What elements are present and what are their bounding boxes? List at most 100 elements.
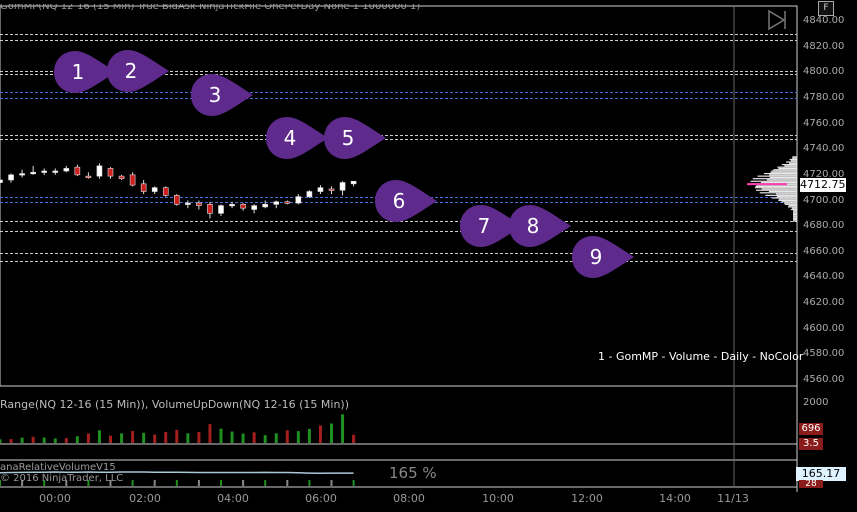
time-axis-label: 02:00 [129,492,161,505]
candle-body [328,188,335,191]
volume-profile-bar [790,208,797,211]
chart-title: GomMP(NQ 12-16 (15 Min) True BidAsk Ninj… [0,4,421,12]
volume-bar [230,431,234,443]
volume-bar [307,428,311,443]
volume-bar [31,436,35,443]
level-marker-label: 8 [526,214,540,239]
volume-profile-bar [793,220,797,222]
volume-profile-bar [761,188,797,190]
volume-profile-bar [778,199,797,202]
volume-bar [186,433,190,443]
price-axis-label: 4640.00 [803,271,845,283]
volume-profile-bar [790,160,797,162]
level-marker-label: 6 [392,188,406,213]
relvol-tick [131,480,134,486]
volume-bar [296,431,300,443]
volume-profile-bar [792,156,797,158]
volume-profile-bar [760,181,797,184]
relvol-tick [220,480,222,486]
time-axis-label: 00:00 [39,492,71,505]
volume-profile-bar [764,172,797,175]
candle-body [74,166,81,176]
candle-body [284,201,291,204]
price-axis-label: 4780.00 [803,91,845,103]
volume-bar [142,432,146,443]
volume-profile-bar [776,193,797,195]
volume-profile-bar [756,189,797,191]
candle-body [63,168,70,172]
volume-profile-bar [786,161,797,163]
volume-bar [53,438,57,443]
copyright-text: © 2016 NinjaTrader, LLC [0,473,124,484]
volume-bar [20,437,24,443]
volume-profile-bar [750,180,797,182]
candle-body [306,191,313,197]
volume-bar [252,432,256,443]
candle-body [118,175,125,180]
level-marker-label: 1 [71,60,85,85]
relvol-tick [308,480,311,486]
candle-body [196,202,202,206]
level-marker: 3 [190,73,253,117]
price-axis-label: 4820.00 [803,40,845,52]
volume-bar [9,439,13,443]
current-price-badge: 4712.75 [800,178,846,192]
price-axis-label: 4680.00 [803,220,845,232]
relvol-tick [153,480,156,486]
price-axis-label: 4800.00 [803,66,845,78]
level-marker: 8 [508,204,571,248]
candle-body [162,187,169,196]
volume-bar [42,437,46,443]
volume-axis-label: 2000 [803,397,829,408]
volume-bar [263,435,267,443]
volume-profile-bar [791,207,797,209]
time-axis-label: 06:00 [305,492,337,505]
candle-body [207,204,213,214]
candle-body [140,183,147,192]
volume-profile-bar [784,203,797,205]
volume-bar [153,434,157,443]
candle-body [151,187,158,192]
price-axis-label: 4840.00 [803,15,845,26]
volume-profile-bar [773,169,797,171]
relvol-tick [352,480,355,486]
volume-profile-bar [776,196,797,198]
volume-profile-bar [769,176,797,179]
volume-profile-bar [778,167,797,170]
volume-profile-bar [793,212,797,214]
level-marker: 6 [374,179,437,223]
price-axis-label: 4600.00 [803,322,845,334]
candle-body [129,174,136,186]
relvol-small-badge: 28 [799,480,823,488]
level-marker-label: 2 [124,59,138,83]
level-marker: 1 [53,50,116,94]
level-marker: 5 [323,116,386,160]
candle-body [0,179,3,183]
volume-profile-bar [771,170,797,172]
candle-body [240,204,246,209]
volume-bar [75,436,79,443]
volume-profile-bar [789,162,797,164]
relvol-tick [242,480,245,486]
range-badge: 3.5 [799,438,823,450]
time-axis-label: 11/13 [717,492,749,505]
level-marker: 2 [106,49,169,93]
volume-profile-bar [770,171,797,173]
level-marker-label: 9 [589,244,603,269]
candle-body [339,182,346,191]
f-button[interactable]: F [818,1,834,16]
level-marker-label: 7 [477,214,491,239]
volume-profile-bar [784,165,797,167]
level-marker: 9 [571,235,634,279]
level-marker: 4 [265,116,328,160]
volume-profile-bar [789,158,797,161]
time-axis-label: 08:00 [393,492,425,505]
play-icon[interactable] [766,9,788,31]
poc-marker [747,183,787,186]
candle-body [52,170,59,173]
volume-bar [131,431,135,443]
relvol-tick [175,480,178,486]
time-axis-label: 04:00 [217,492,249,505]
volume-profile [747,156,797,222]
volume-bar [341,414,345,443]
